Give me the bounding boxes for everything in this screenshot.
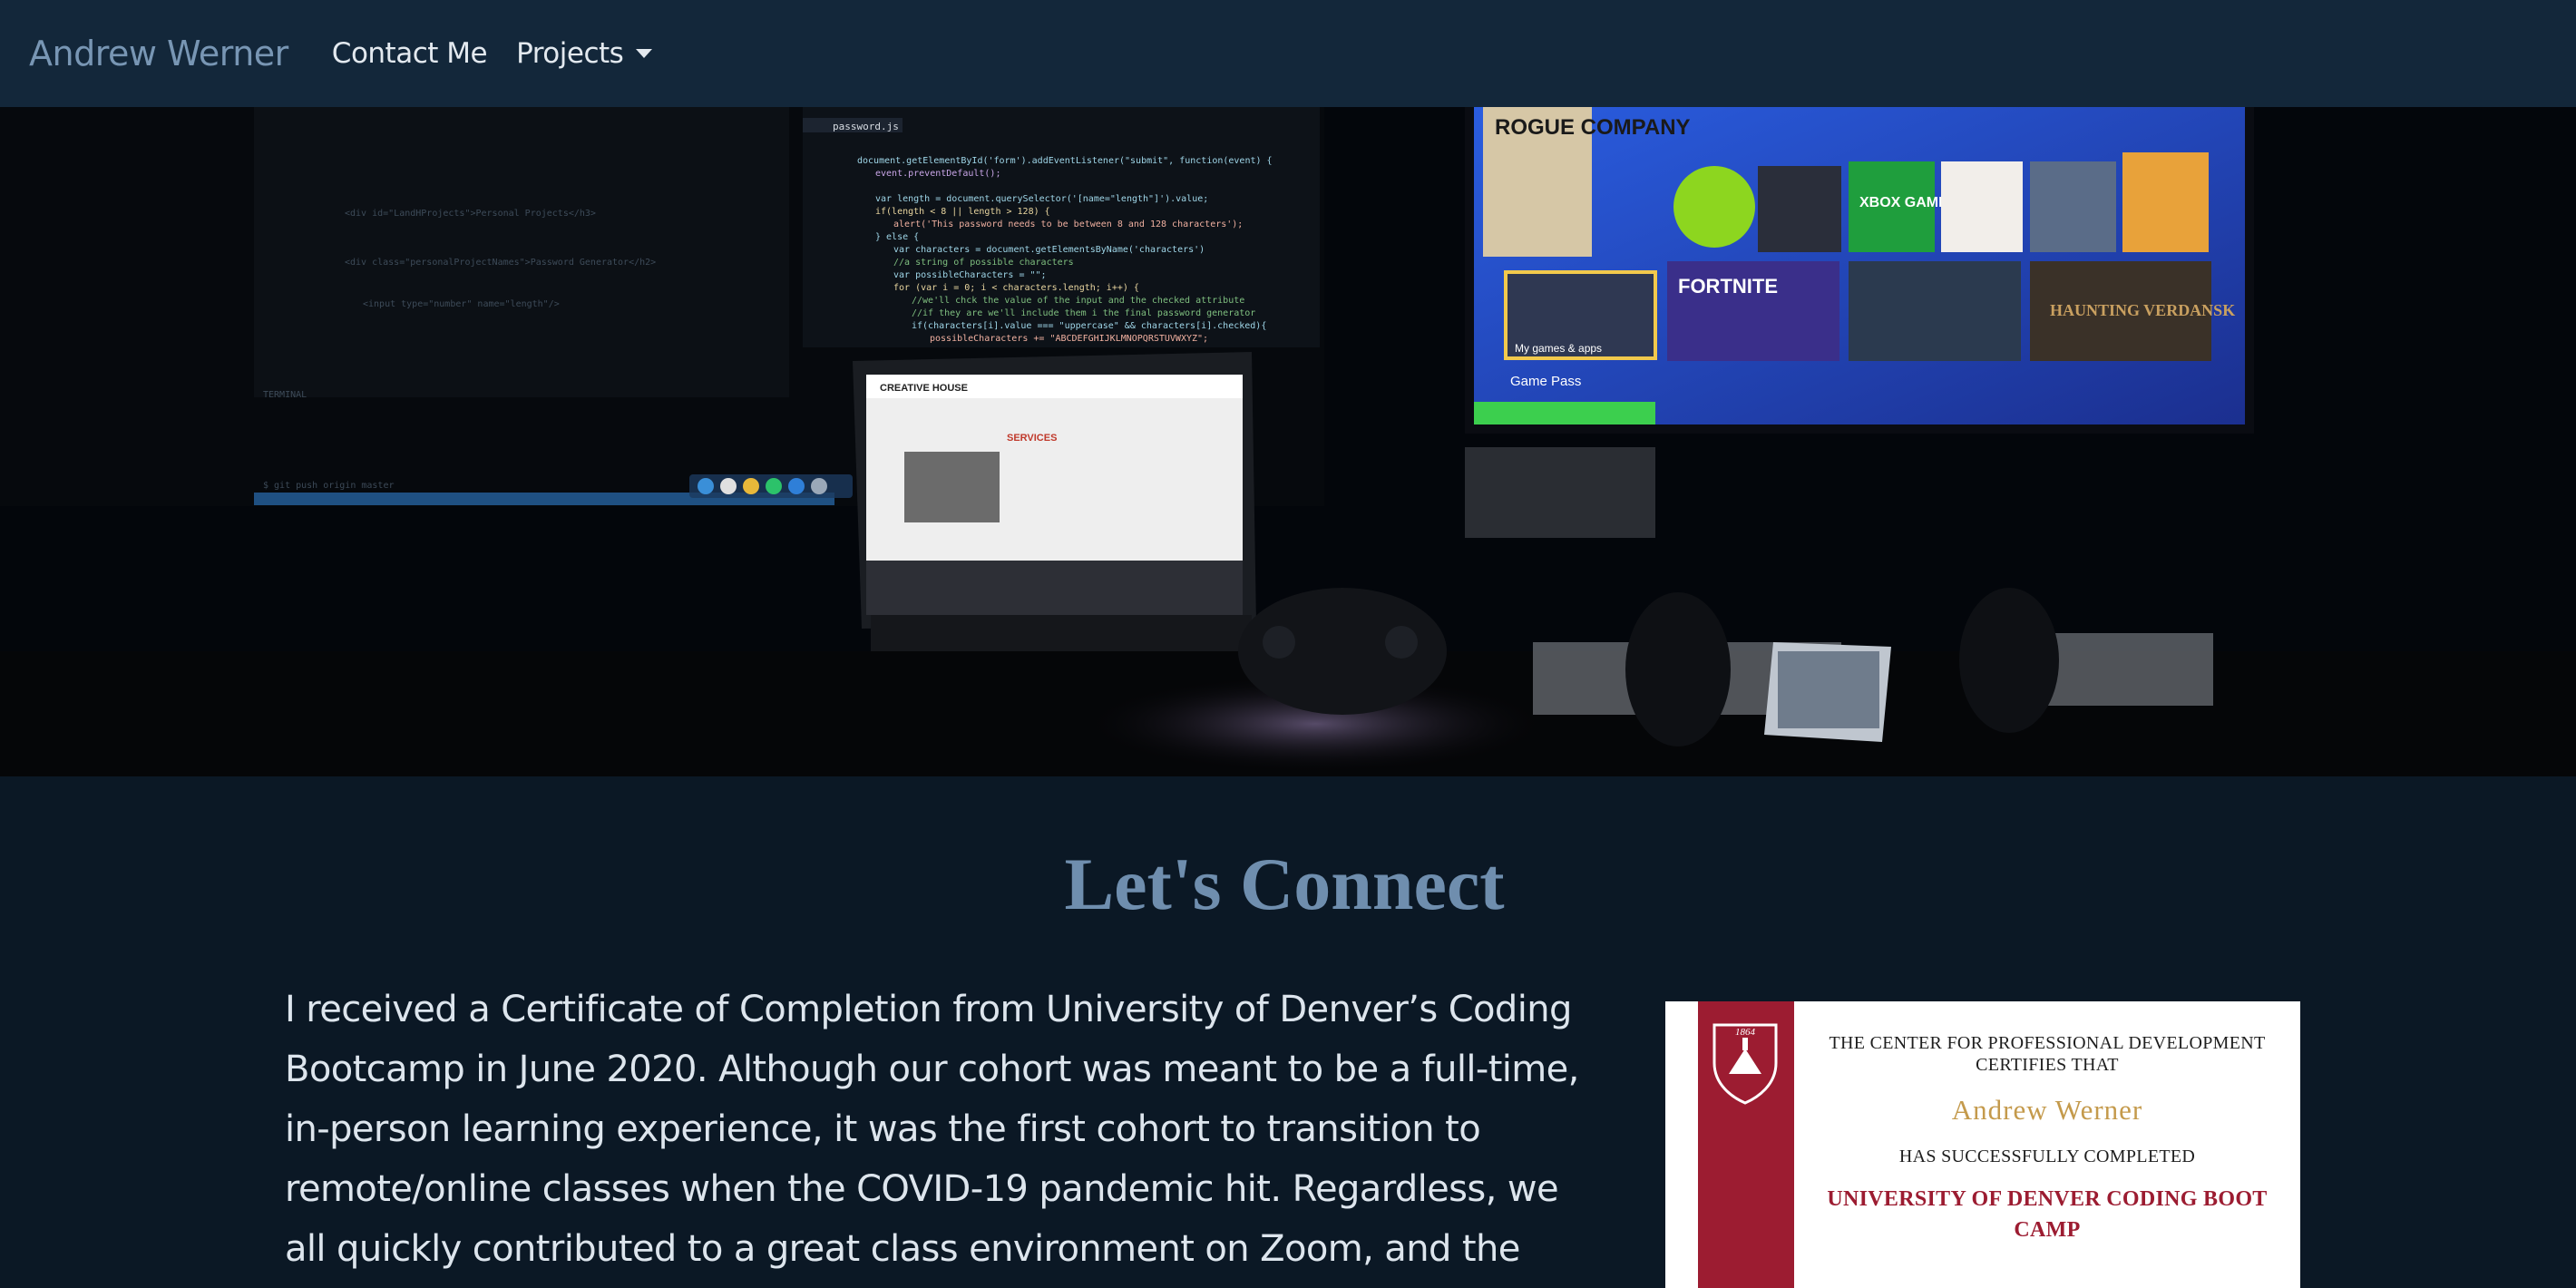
page-title: Let's Connect (0, 842, 2576, 927)
svg-text://a string of possible charact: //a string of possible characters (893, 258, 1074, 268)
svg-text:<input type="number" name="len: <input type="number" name="length"/> (363, 299, 560, 309)
tv-tile-rogue: ROGUE COMPANY (1495, 115, 1691, 140)
cert-program-name: UNIVERSITY OF DENVER CODING BOOT CAMP (1827, 1187, 2268, 1242)
svg-text:if(characters[i].value === "up: if(characters[i].value === "uppercase" &… (912, 321, 1266, 331)
svg-text:alert('This password needs to: alert('This password needs to be between… (893, 220, 1243, 229)
hero-desk-illustration: password.js document.getElementById('for… (0, 107, 2576, 776)
svg-text:document.getElementById('form': document.getElementById('form').addEvent… (857, 156, 1273, 166)
svg-text:var length = document.querySel: var length = document.querySelector('[na… (875, 194, 1208, 204)
headphones-right (1959, 588, 2059, 733)
nav-projects-label: Projects (516, 37, 624, 70)
svg-text:var characters = document.getE: var characters = document.getElementsByN… (893, 245, 1205, 255)
svg-text:event.preventDefault();: event.preventDefault(); (875, 169, 1000, 179)
cert-completed-line: HAS SUCCESSFULLY COMPLETED (1898, 1147, 2196, 1166)
tv-tile-haunting: HAUNTING VERDANSK (2050, 301, 2235, 319)
hero-image: password.js document.getElementById('for… (0, 107, 2576, 776)
brand-link[interactable]: Andrew Werner (29, 34, 288, 73)
nav-contact-me[interactable]: Contact Me (332, 37, 488, 70)
chevron-down-icon (636, 49, 653, 58)
svg-text:} else {: } else { (875, 232, 919, 242)
cert-certifies-line: THE CENTER FOR PROFESSIONAL DEVELOPMENT … (1829, 1033, 2266, 1075)
page-title-text: Let's Connect (1064, 843, 1505, 925)
laptop-site-title: CREATIVE HOUSE (880, 383, 968, 394)
svg-text:<div id="LandHProjects">Person: <div id="LandHProjects">Personal Project… (345, 209, 596, 219)
svg-text:for (var i = 0; i < characters: for (var i = 0; i < characters.length; i… (893, 283, 1139, 293)
svg-text:TERMINAL: TERMINAL (263, 390, 307, 400)
top-navbar: Andrew Werner Contact Me Projects (0, 0, 2576, 107)
tv-tile-fortnite: FORTNITE (1678, 275, 1778, 298)
svg-text:var possibleCharacters = "";: var possibleCharacters = ""; (893, 270, 1047, 280)
university-seal-icon: 1864 (1712, 1023, 1778, 1105)
headphones-left (1625, 592, 1731, 746)
tv-label-gamepass: Game Pass (1510, 374, 1581, 389)
svg-text:if(length < 8 || length > 128): if(length < 8 || length > 128) { (875, 207, 1050, 217)
cert-recipient-name: Andrew Werner (1951, 1094, 2143, 1126)
seal-year: 1864 (1735, 1027, 1756, 1038)
svg-text:$ git push origin master: $ git push origin master (263, 481, 395, 491)
laptop-services-heading: SERVICES (1007, 433, 1057, 444)
nav-projects-dropdown[interactable]: Projects (516, 37, 653, 70)
svg-text://if they are we'll include th: //if they are we'll include them i the f… (912, 308, 1255, 318)
taskbar-icons (689, 474, 853, 498)
certificate-image: 1864 THE CENTER FOR PROFESSIONAL DEVELOP… (1665, 1001, 2300, 1288)
code-file-tab: password.js (833, 121, 899, 132)
svg-text:<div class="personalProjectNam: <div class="personalProjectNames">Passwo… (345, 258, 656, 268)
certificate-text: THE CENTER FOR PROFESSIONAL DEVELOPMENT … (1794, 1001, 2300, 1245)
svg-text:possibleCharacters += "ABCDEFG: possibleCharacters += "ABCDEFGHIJKLMNOPQ… (930, 334, 1208, 344)
bio-paragraph: I received a Certificate of Completion f… (285, 989, 1579, 1270)
tv-label-games: My games & apps (1515, 342, 1602, 355)
svg-text://we'll chck the value of the: //we'll chck the value of the input and … (912, 296, 1244, 306)
